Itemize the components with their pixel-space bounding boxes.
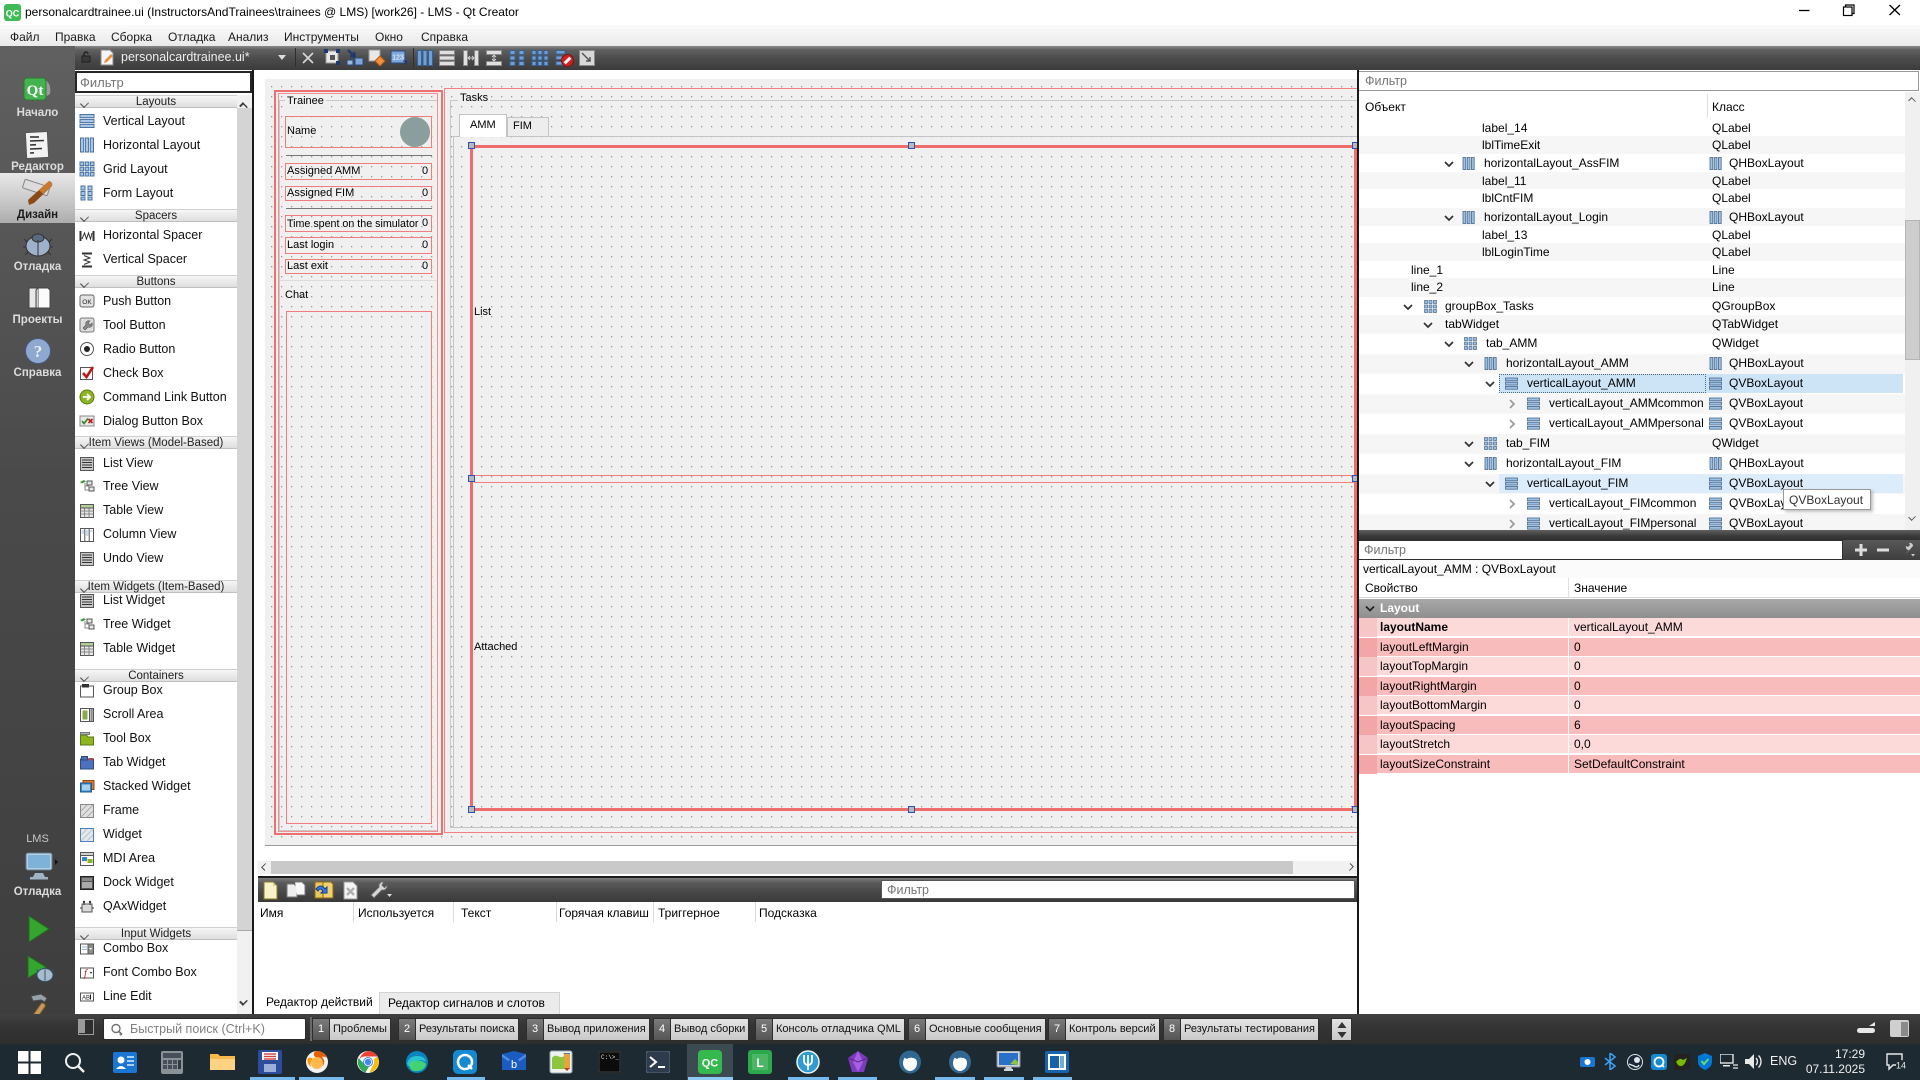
svg-text:OK: OK <box>82 299 92 306</box>
svg-text:b: b <box>511 1059 517 1071</box>
svg-text:?: ? <box>34 342 43 361</box>
svg-text:123: 123 <box>392 55 404 62</box>
svg-text:AB: AB <box>82 996 90 1002</box>
svg-text:14: 14 <box>1896 1061 1906 1071</box>
svg-text:QC: QC <box>6 9 20 19</box>
svg-text:Qt: Qt <box>27 83 44 99</box>
svg-text:L: L <box>756 1056 763 1070</box>
svg-text:C:\>_: C:\>_ <box>601 1054 619 1061</box>
svg-text:QC: QC <box>702 1058 719 1070</box>
